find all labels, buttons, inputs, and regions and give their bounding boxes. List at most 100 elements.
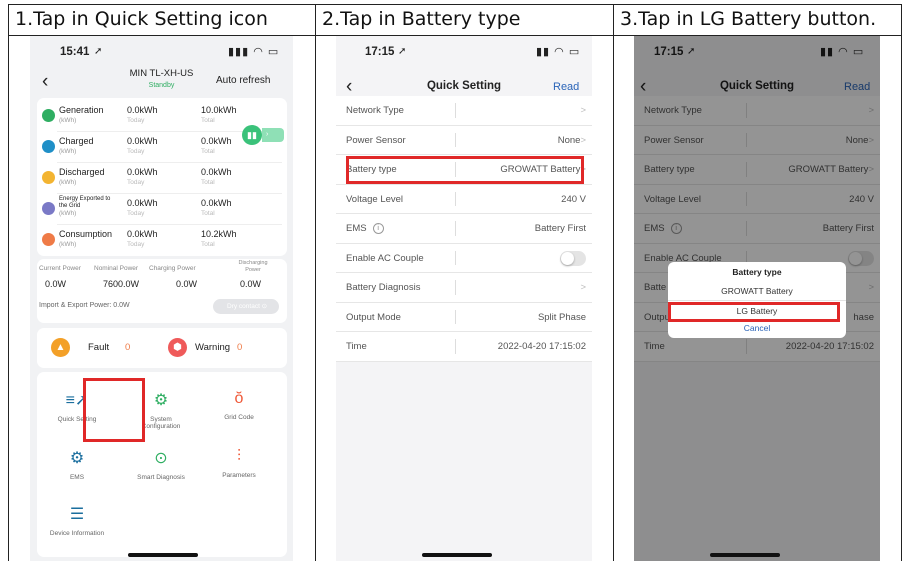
setting-row[interactable]: Enable AC Couple	[336, 244, 592, 273]
energy-today: 0.0kWh	[127, 136, 158, 146]
energy-today-sub: Today	[127, 179, 145, 186]
energy-total-sub: Total	[201, 241, 215, 248]
row-divider	[455, 250, 456, 265]
setting-row[interactable]: EMS i Battery First	[336, 214, 592, 244]
location-icon: ➚	[398, 46, 407, 57]
energy-today: 0.0kWh	[127, 167, 158, 177]
fault-count: 0	[125, 342, 131, 353]
setting-label: Network Type	[346, 105, 404, 116]
energy-today-sub: Today	[127, 210, 145, 217]
chevron-right-icon: >	[580, 134, 586, 146]
power-header-current: Current Power	[39, 265, 81, 272]
row-divider	[455, 339, 456, 354]
energy-today: 0.0kWh	[127, 105, 158, 115]
energy-label: Discharged	[59, 167, 105, 177]
energy-unit: (kWh)	[59, 117, 77, 124]
divider	[668, 300, 846, 301]
chart-toggle-tab: ›	[262, 128, 284, 142]
fault-card: ▲ Fault 0 ⬢ Warning 0	[37, 328, 287, 368]
setting-label: Power Sensor	[346, 134, 406, 146]
cancel-button[interactable]: Cancel	[668, 323, 846, 333]
status-time: 15:41	[60, 46, 90, 58]
warning-triangle-icon: ▲	[51, 338, 70, 357]
fault-label: Fault	[88, 342, 110, 353]
warning-label: Warning	[195, 342, 231, 353]
parameters-button[interactable]: ⫶ Parameters	[209, 448, 269, 479]
energy-today-sub: Today	[127, 117, 145, 124]
frame-divider-2	[613, 4, 614, 561]
energy-today-sub: Today	[127, 148, 145, 155]
step-1-header: 1.Tap in Quick Setting icon	[15, 8, 268, 30]
setting-row[interactable]: Time 2022-04-20 17:15:02	[336, 332, 592, 362]
power-header-discharging: Discharging Power	[238, 260, 268, 273]
grid-code-button[interactable]: ŏ Grid Code	[209, 390, 269, 421]
power-value-charging: 0.0W	[176, 279, 198, 289]
energy-today: 0.0kWh	[127, 229, 158, 239]
row-divider	[455, 309, 456, 324]
step-3-header: 3.Tap in LG Battery button.	[620, 8, 877, 30]
power-card: Current Power Nominal Power Charging Pow…	[37, 259, 287, 323]
energy-row: Energy Exported to the Grid (kWh) 0.0kWh To…	[37, 195, 287, 225]
energy-separator	[57, 193, 282, 194]
row-divider	[455, 132, 456, 147]
option-growatt-battery[interactable]: GROWATT Battery	[668, 286, 846, 296]
energy-label: Energy Exported to the Grid	[59, 196, 111, 209]
ems-button[interactable]: ⚙ EMS	[47, 448, 107, 481]
dry-contact-button[interactable]: Dry contact ⊙	[213, 299, 279, 314]
device-information-button[interactable]: ☰ Device Information	[47, 504, 107, 537]
info-icon[interactable]: i	[372, 223, 384, 234]
energy-label: Charged	[59, 136, 94, 146]
frame-divider-1	[315, 4, 316, 561]
import-export-power: Import & Export Power: 0.0W	[39, 302, 130, 309]
energy-separator	[57, 224, 282, 225]
power-header-charging: Charging Power	[149, 265, 196, 272]
location-icon: ➚	[94, 46, 103, 57]
setting-label: EMS i	[346, 223, 384, 234]
settings-list: Network Type > Power Sensor None> Battery ty…	[336, 96, 592, 362]
chart-toggle-button[interactable]: ▮▮	[242, 125, 262, 145]
energy-row: Consumption (kWh) 0.0kWh Today 10.2kWh Total	[37, 226, 287, 256]
setting-row[interactable]: Voltage Level 240 V	[336, 185, 592, 214]
warning-count: 0	[237, 342, 243, 353]
read-button[interactable]: Read	[553, 81, 579, 93]
setting-value: 240 V	[561, 193, 586, 205]
power-value-current: 0.0W	[45, 279, 67, 289]
energy-label: Consumption	[59, 229, 113, 239]
home-indicator	[710, 553, 780, 557]
energy-total: 0.0kWh	[201, 198, 232, 208]
screen-2: 17:15 ➚ ▮▮ ◠ ▭ ‹ Quick Setting Read Netw…	[336, 36, 592, 561]
warning-bell-icon: ⬢	[168, 338, 187, 357]
row-divider	[455, 280, 456, 295]
smart-diagnosis-icon: ⊙	[154, 450, 168, 467]
chevron-right-icon: >	[580, 282, 586, 293]
row-divider	[455, 191, 456, 206]
setting-value: >	[580, 282, 586, 293]
setting-row[interactable]: Battery Diagnosis >	[336, 273, 592, 303]
auto-refresh-button[interactable]: Auto refresh	[216, 75, 270, 86]
setting-row[interactable]: Power Sensor None>	[336, 126, 592, 155]
setting-row[interactable]: Network Type >	[336, 96, 592, 126]
home-indicator	[422, 553, 492, 557]
row-divider	[455, 221, 456, 236]
smart-diagnosis-button[interactable]: ⊙ Smart Diagnosis	[131, 448, 191, 481]
energy-total: 0.0kWh	[201, 167, 232, 177]
home-indicator	[128, 553, 198, 557]
energy-today: 0.0kWh	[127, 198, 158, 208]
setting-value: >	[580, 105, 586, 116]
energy-dot-icon	[42, 171, 55, 184]
energy-dot-icon	[42, 109, 55, 122]
ac-couple-toggle[interactable]	[560, 250, 586, 266]
energy-label: Generation	[59, 105, 104, 115]
energy-dot-icon	[42, 202, 55, 215]
setting-label: Voltage Level	[346, 193, 404, 205]
screen-3: 17:15 ➚ ▮▮ ◠ ▭ ‹ Quick Setting Read Netw…	[634, 36, 880, 561]
energy-total: 10.0kWh	[201, 105, 237, 115]
device-information-icon: ☰	[69, 506, 85, 523]
energy-unit: (kWh)	[59, 241, 77, 248]
power-header-nominal: Nominal Power	[94, 265, 139, 272]
highlight-lg-battery	[668, 302, 840, 322]
setting-row[interactable]: Output Mode Split Phase	[336, 303, 592, 332]
row-divider	[455, 103, 456, 118]
setting-label: Enable AC Couple	[346, 252, 424, 264]
battery-type-dialog: Battery type GROWATT Battery LG Battery …	[668, 262, 846, 338]
